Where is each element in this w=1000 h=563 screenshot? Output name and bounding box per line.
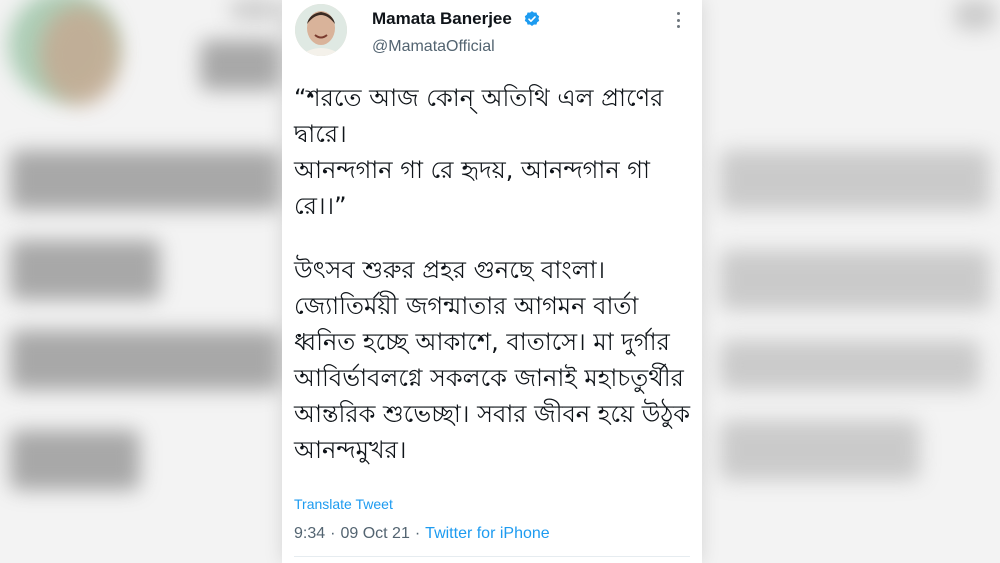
background-blur: [720, 420, 920, 480]
meta-separator: ·: [414, 525, 421, 542]
background-blur: [200, 40, 280, 90]
background-blur: [720, 340, 980, 390]
avatar-image: [295, 4, 347, 56]
tweet-time[interactable]: 9:34: [294, 525, 325, 542]
tweet-quote: “শরতে আজ কোন্ অতিথি এল প্রাণের দ্বারে। আ…: [294, 84, 664, 220]
background-blur: [40, 5, 120, 105]
tweet-message: উৎসব শুরুর প্রহর গুনছে বাংলা। জ্যোতির্ময…: [294, 256, 691, 464]
avatar[interactable]: [295, 4, 347, 56]
meta-separator: ·: [330, 525, 336, 542]
tweet-source-link[interactable]: Twitter for iPhone: [425, 525, 550, 542]
user-name[interactable]: Mamata Banerjee: [372, 9, 512, 29]
translate-tweet-link[interactable]: Translate Tweet: [294, 496, 393, 512]
background-blur: [230, 0, 280, 20]
background-blur: [10, 240, 160, 300]
more-options-icon[interactable]: [670, 10, 686, 30]
background-blur: [10, 430, 140, 490]
background-blur: [720, 250, 990, 310]
background-blur: [10, 150, 280, 210]
tweet-text: “শরতে আজ কোন্ অতিথি এল প্রাণের দ্বারে। আ…: [294, 80, 694, 468]
tweet-metadata: 9:34 · 09 Oct 21 · Twitter for iPhone: [294, 525, 550, 543]
background-blur: [955, 0, 995, 30]
tweet-date[interactable]: 09 Oct 21: [340, 525, 409, 542]
tweet-card: Mamata Banerjee @MamataOfficial “শরতে আজ…: [282, 0, 702, 563]
user-handle[interactable]: @MamataOfficial: [372, 38, 495, 56]
divider: [294, 556, 690, 557]
background-blur: [10, 330, 280, 390]
verified-badge-icon: [524, 11, 540, 26]
background-blur: [720, 150, 990, 210]
